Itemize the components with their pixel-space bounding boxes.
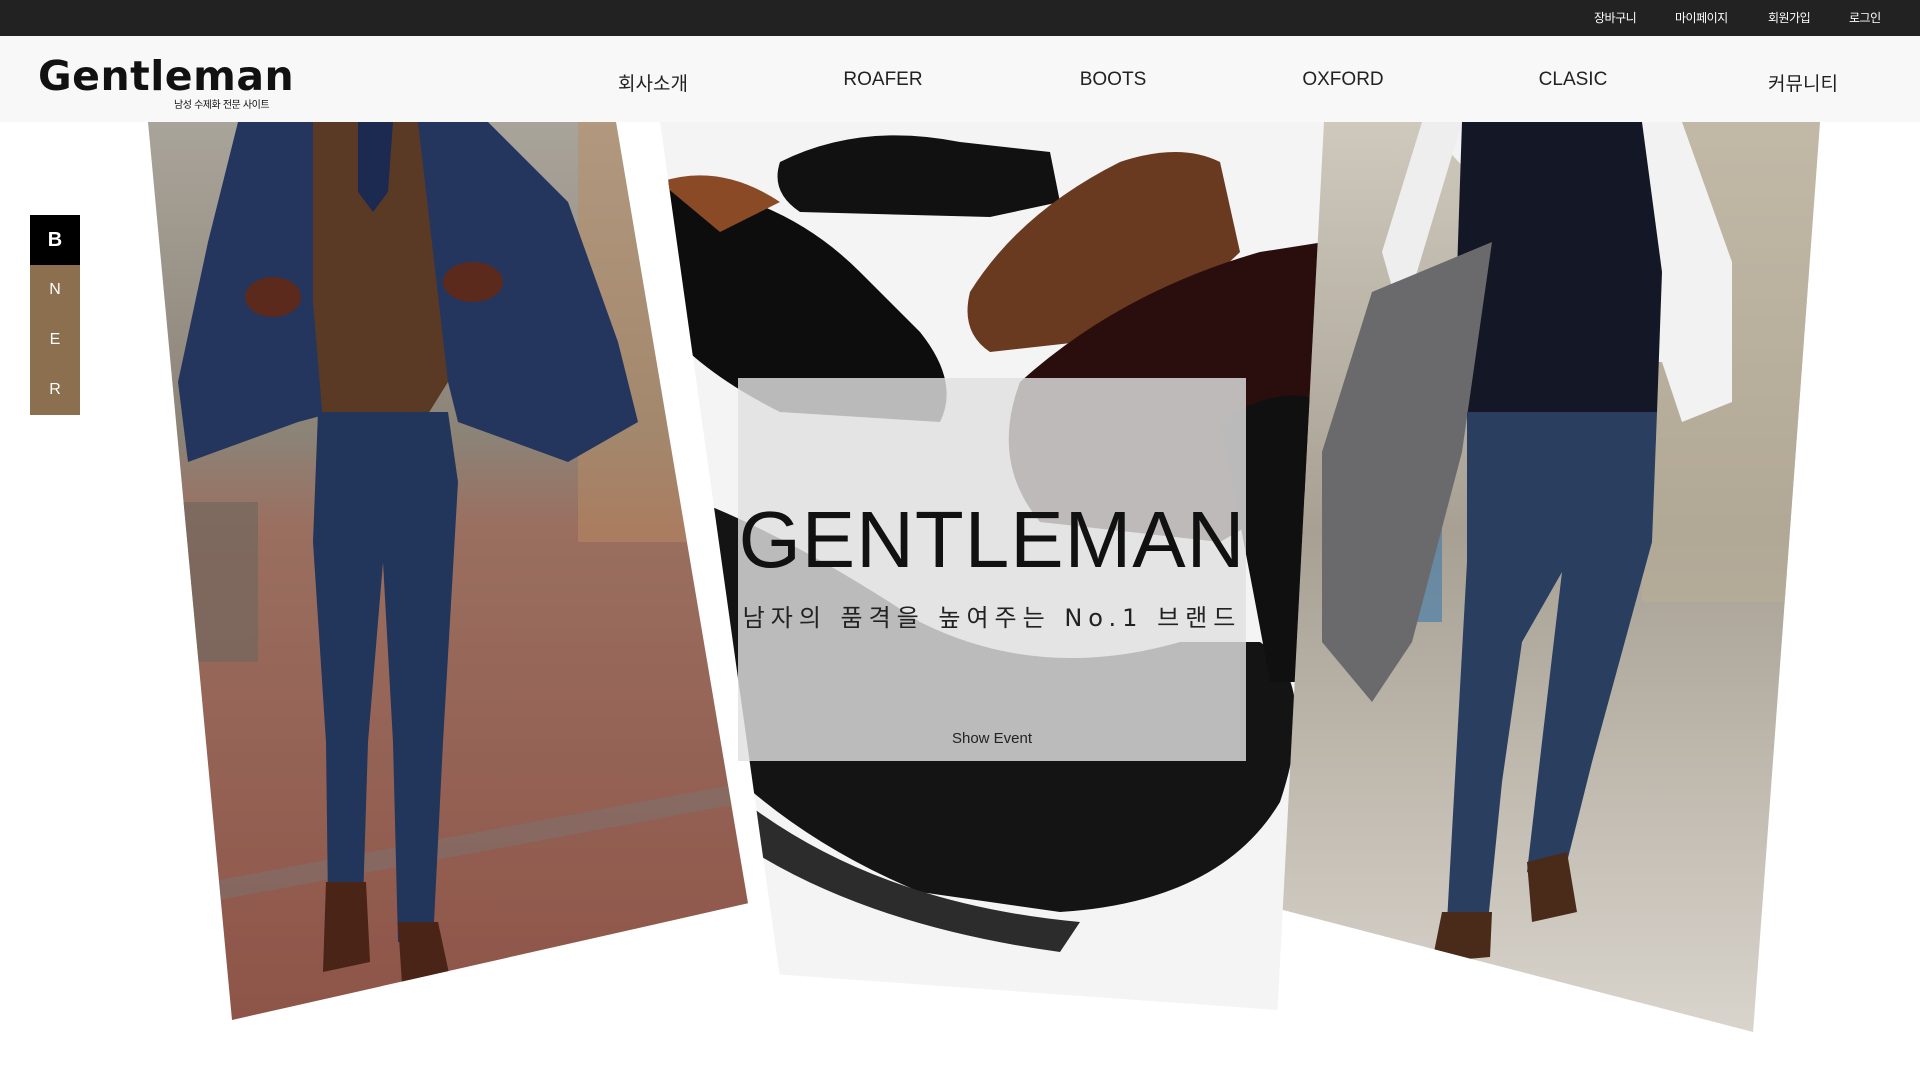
nav-item-community[interactable]: 커뮤니티 [1713, 69, 1893, 96]
nav-item-boots[interactable]: BOOTS [1023, 69, 1203, 91]
nav-item-roafer[interactable]: ROAFER [793, 69, 973, 91]
left-model-photo [148, 122, 748, 1020]
show-event-button[interactable]: Show Event [738, 730, 1246, 747]
utility-bar: 장바구니 마이페이지 회원가입 로그인 [0, 0, 1920, 36]
hero-subtitle: 남자의 품격을 높여주는 No.1 브랜드 [742, 604, 1242, 632]
right-model-photo [1262, 122, 1820, 1032]
site-header: Gentleman 남성 수제화 전문 사이트 회사소개 ROAFER BOOT… [0, 36, 1920, 122]
login-link[interactable]: 로그인 [1849, 9, 1881, 26]
mypage-link[interactable]: 마이페이지 [1675, 9, 1728, 26]
cart-link[interactable]: 장바구니 [1594, 9, 1637, 26]
logo-tagline: 남성 수제화 전문 사이트 [174, 100, 270, 111]
side-banner-tabs: B N E R [30, 215, 80, 415]
nav-item-clasic[interactable]: CLASIC [1483, 69, 1663, 91]
side-tab-r[interactable]: R [30, 365, 80, 415]
hero-title: GENTLEMAN [738, 495, 1246, 584]
logo-text: Gentleman [38, 52, 295, 100]
side-tab-n[interactable]: N [30, 265, 80, 315]
nav-item-oxford[interactable]: OXFORD [1253, 69, 1433, 91]
side-tab-e[interactable]: E [30, 315, 80, 365]
side-tab-b[interactable]: B [30, 215, 80, 265]
signup-link[interactable]: 회원가입 [1768, 9, 1811, 26]
hero-overlay: GENTLEMAN 남자의 품격을 높여주는 No.1 브랜드 Show Eve… [738, 378, 1246, 761]
site-logo[interactable]: Gentleman 남성 수제화 전문 사이트 [38, 52, 294, 114]
nav-item-company[interactable]: 회사소개 [563, 69, 743, 96]
